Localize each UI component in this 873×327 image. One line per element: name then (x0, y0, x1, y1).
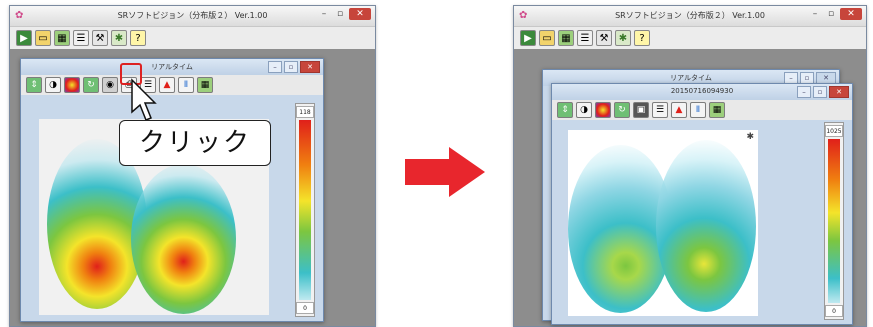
color-scale-bar: 118 0 (295, 103, 315, 317)
multi-color-icon[interactable]: Ⅱ (690, 102, 706, 118)
refresh-icon[interactable]: ↻ (83, 77, 99, 93)
left-realtime-window: リアルタイム – ▫ ✕ ⇕ ◑ ↻ ◉ ⎙ ☰ ▲ Ⅱ ▦ 118 0 (20, 58, 324, 322)
save-icon[interactable]: ▣ (633, 102, 649, 118)
list-icon[interactable]: ☰ (652, 102, 668, 118)
gear-icon[interactable]: ✱ (111, 30, 127, 46)
grid-icon[interactable]: ▦ (54, 30, 70, 46)
help-icon[interactable]: ? (130, 30, 146, 46)
right-arrow-icon (405, 147, 485, 197)
scale-max-value[interactable]: 1025 (825, 125, 843, 137)
close-button[interactable]: ✕ (840, 8, 862, 20)
play-icon[interactable]: ▶ (16, 30, 32, 46)
gear-icon[interactable]: ✱ (615, 30, 631, 46)
folder-icon[interactable]: ▭ (35, 30, 51, 46)
snapshot-toolbar: ⇕ ◑ ↻ ▣ ☰ ▲ Ⅱ ▦ (552, 100, 852, 120)
color-wheel-icon[interactable] (64, 77, 80, 93)
grid-icon[interactable]: ▦ (709, 102, 725, 118)
bar-chart-icon[interactable]: ▲ (671, 102, 687, 118)
color-gradient (828, 139, 840, 303)
folder-icon[interactable]: ▭ (539, 30, 555, 46)
right-title-bar: ✿ SRソフトビジョン（分布版２） Ver.1.00 – ▫ ✕ (514, 6, 866, 27)
scale-max-value[interactable]: 118 (296, 106, 314, 118)
multi-color-icon[interactable]: Ⅱ (178, 77, 194, 93)
bar-chart-icon[interactable]: ▲ (159, 77, 175, 93)
grid-icon[interactable]: ▦ (558, 30, 574, 46)
color-gradient (299, 120, 311, 300)
minimize-button[interactable]: – (808, 8, 822, 20)
palette-icon[interactable]: ◑ (45, 77, 61, 93)
wrench-icon[interactable]: ⚒ (92, 30, 108, 46)
help-icon[interactable]: ? (634, 30, 650, 46)
settings-gear-icon[interactable]: ✱ (746, 132, 754, 142)
realtime-toolbar: ⇕ ◑ ↻ ◉ ⎙ ☰ ▲ Ⅱ ▦ (21, 75, 323, 95)
left-app-window: ✿ SRソフトビジョン（分布版２） Ver.1.00 – ▫ ✕ ▶ ▭ ▦ ☰… (9, 5, 376, 327)
left-main-toolbar: ▶ ▭ ▦ ☰ ⚒ ✱ ? (10, 27, 375, 49)
color-wheel-icon[interactable] (595, 102, 611, 118)
sub-close-button[interactable]: ✕ (829, 86, 849, 98)
close-button[interactable]: ✕ (349, 8, 371, 20)
wrench-icon[interactable]: ⚒ (596, 30, 612, 46)
sub-minimize-button[interactable]: – (797, 86, 811, 98)
color-scale-bar: 1025 0 (824, 122, 844, 320)
list-icon[interactable]: ☰ (73, 30, 89, 46)
refresh-icon[interactable]: ↻ (614, 102, 630, 118)
rotate-icon[interactable]: ⇕ (26, 77, 42, 93)
scale-min-value[interactable]: 0 (296, 302, 314, 314)
sub-maximize-button[interactable]: ▫ (284, 61, 298, 73)
snapshot-map-canvas: ✱ (568, 130, 758, 316)
click-callout: クリック (119, 120, 271, 166)
right-main-toolbar: ▶ ▭ ▦ ☰ ⚒ ✱ ? (514, 27, 866, 49)
palette-icon[interactable]: ◑ (576, 102, 592, 118)
sub-maximize-button[interactable]: ▫ (813, 86, 827, 98)
sub-close-button[interactable]: ✕ (300, 61, 320, 73)
grid-icon[interactable]: ▦ (197, 77, 213, 93)
right-app-window: ✿ SRソフトビジョン（分布版２） Ver.1.00 – ▫ ✕ ▶ ▭ ▦ ☰… (513, 5, 867, 327)
heat-blob-right (131, 164, 236, 314)
scale-min-value[interactable]: 0 (825, 305, 843, 317)
heat-blob-right (656, 140, 756, 312)
sub-minimize-button[interactable]: – (268, 61, 282, 73)
mouse-cursor-icon (131, 78, 157, 121)
play-icon[interactable]: ▶ (520, 30, 536, 46)
snapshot-window: 20150716094930 – ▫ ✕ ⇕ ◑ ↻ ▣ ☰ ▲ Ⅱ ▦ ✱ 1… (551, 83, 853, 325)
maximize-button[interactable]: ▫ (824, 8, 838, 20)
rotate-icon[interactable]: ⇕ (557, 102, 573, 118)
maximize-button[interactable]: ▫ (333, 8, 347, 20)
list-icon[interactable]: ☰ (577, 30, 593, 46)
snapshot-icon[interactable]: ◉ (102, 77, 118, 93)
left-title-bar: ✿ SRソフトビジョン（分布版２） Ver.1.00 – ▫ ✕ (10, 6, 375, 27)
minimize-button[interactable]: – (317, 8, 331, 20)
